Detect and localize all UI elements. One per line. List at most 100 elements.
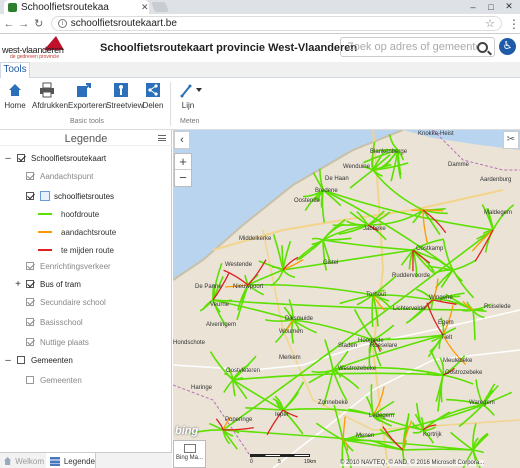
maximize-icon[interactable]: □ [484,0,498,13]
place-label: Damme [448,162,470,168]
zoom-out-button[interactable]: − [175,170,191,186]
legend-entry-hoofdroute: hoofdroute [38,206,99,222]
zoom-in-button[interactable]: + [175,154,191,170]
browser-tab[interactable]: Schoolfietsroutekaa ✕ [4,0,149,14]
measure-line-button[interactable]: Lijn [175,82,202,110]
layer-label: Eenrichtingsverkeer [40,261,111,271]
checkbox[interactable] [26,262,34,270]
bookmark-star-icon[interactable]: ☆ [485,17,495,30]
route-segment [472,309,487,313]
route-segment [450,431,474,451]
line-swatch [38,249,52,251]
layer-schoolfietsroutekaart[interactable]: – Schoolfietsroutekaart [4,150,176,166]
page-title: Schoolfietsroutekaart provincie West-Vla… [100,42,358,54]
share-button[interactable]: Delen [142,82,164,110]
accessibility-icon[interactable]: ♿ [499,38,516,55]
place-label: Ruiselede [484,304,511,310]
line-swatch [38,213,52,215]
place-label: Westrozebeke [338,366,377,372]
home-button[interactable]: Home [4,82,26,110]
expand-toggle-icon[interactable]: + [14,279,22,290]
route-segment [296,239,324,261]
browser-menu-icon[interactable]: ⋮ [508,17,520,31]
checkbox[interactable] [26,318,34,326]
url-text: schoolfietsroutekaart.be [70,18,177,29]
place-label: Alveringem [206,322,237,328]
route-segment [452,259,476,271]
layer-gemeenten[interactable]: – Gemeenten [4,352,176,368]
legend-entry-aandachtsroute: aandachtsroute [38,224,116,240]
place-label: Aardenburg [480,177,512,183]
place-label: Gistel [323,260,339,266]
route-segment [321,189,326,223]
site-favicon-icon [8,2,17,12]
print-button-label: Afdrukken [32,101,69,110]
layer-label: Bus of tram [40,279,81,289]
export-button[interactable]: Exporteren [68,82,108,110]
search-icon[interactable] [477,41,488,53]
route-layer-icon [40,191,50,201]
legend-menu-icon[interactable] [158,135,166,141]
place-label: Oostrozebeke [445,370,483,376]
reload-icon[interactable]: ↻ [33,17,45,30]
place-label: Middelkerke [239,236,272,242]
layer-label: Gemeenten [31,355,73,365]
new-tab-button[interactable] [151,2,169,12]
tab-tools[interactable]: Tools [0,62,30,78]
tab-legende-label: Legende [63,456,95,466]
window-close-icon[interactable]: ✕ [502,0,516,13]
panel-tabbar: Welkom Legende [0,452,172,468]
line-swatch [38,231,52,233]
checkbox[interactable] [26,172,34,180]
share-icon [145,82,161,98]
map-tools-icon[interactable]: ✂ [503,131,519,149]
streetview-button[interactable]: Streetview [106,82,144,110]
map-canvas[interactable]: Knokke-Heist Blankenberge Wenduine De Ha… [173,130,520,468]
route-segment [342,416,346,441]
zoom-control: + − [174,153,192,187]
collapse-panel-button[interactable]: ‹ [174,131,190,149]
logo-subtitle: de gedreven provincie [10,54,60,60]
checkbox[interactable] [26,376,34,384]
layer-bus-of-tram[interactable]: + Bus of tram [14,276,186,292]
minimize-icon[interactable]: – [466,0,480,13]
basemap-icon [183,444,196,453]
checkbox[interactable] [26,280,34,288]
forward-icon[interactable]: → [18,18,30,30]
collapse-toggle-icon[interactable]: – [4,355,12,366]
print-button[interactable]: Afdrukken [32,82,69,110]
tab-legende[interactable]: Legende [46,453,96,468]
checkbox[interactable] [26,338,34,346]
place-label: Poperinge [225,417,253,423]
route-segment [232,372,444,381]
route-segment [223,379,234,393]
export-button-label: Exporteren [68,101,108,110]
back-icon[interactable]: ← [3,18,15,30]
checkbox[interactable] [26,298,34,306]
scale-label-10: 10km [304,459,317,465]
place-label: De Haan [325,176,349,182]
place-label: Oostende [294,198,321,204]
ribbon-divider [170,82,171,126]
route-segment [222,426,254,431]
route-segment [247,283,374,296]
search-input[interactable]: Zoek op adres of gemeente... [340,37,495,57]
province-logo[interactable]: west-vlaanderen de gedreven provincie [2,36,80,60]
streetview-button-label: Streetview [106,101,144,110]
home-icon [7,82,23,98]
layer-label: Gemeenten [40,375,82,385]
collapse-toggle-icon[interactable]: – [4,153,12,164]
home-button-label: Home [4,101,26,110]
basemap-switcher-button[interactable]: Bing Ma... [173,440,206,468]
checkbox[interactable] [17,154,25,162]
checkbox[interactable] [17,356,25,364]
route-segment [281,245,284,271]
url-input[interactable]: i schoolfietsroutekaart.be ☆ [50,16,503,31]
address-bar: ← → ↻ i schoolfietsroutekaart.be ☆ ⋮ [0,14,520,34]
tab-close-icon[interactable]: ✕ [141,2,149,13]
site-info-icon[interactable]: i [57,19,67,28]
tab-welkom[interactable]: Welkom [4,453,44,468]
checkbox[interactable] [26,192,34,200]
place-label: Egem [438,320,454,326]
ribbon-tabbar: Tools [0,62,520,78]
